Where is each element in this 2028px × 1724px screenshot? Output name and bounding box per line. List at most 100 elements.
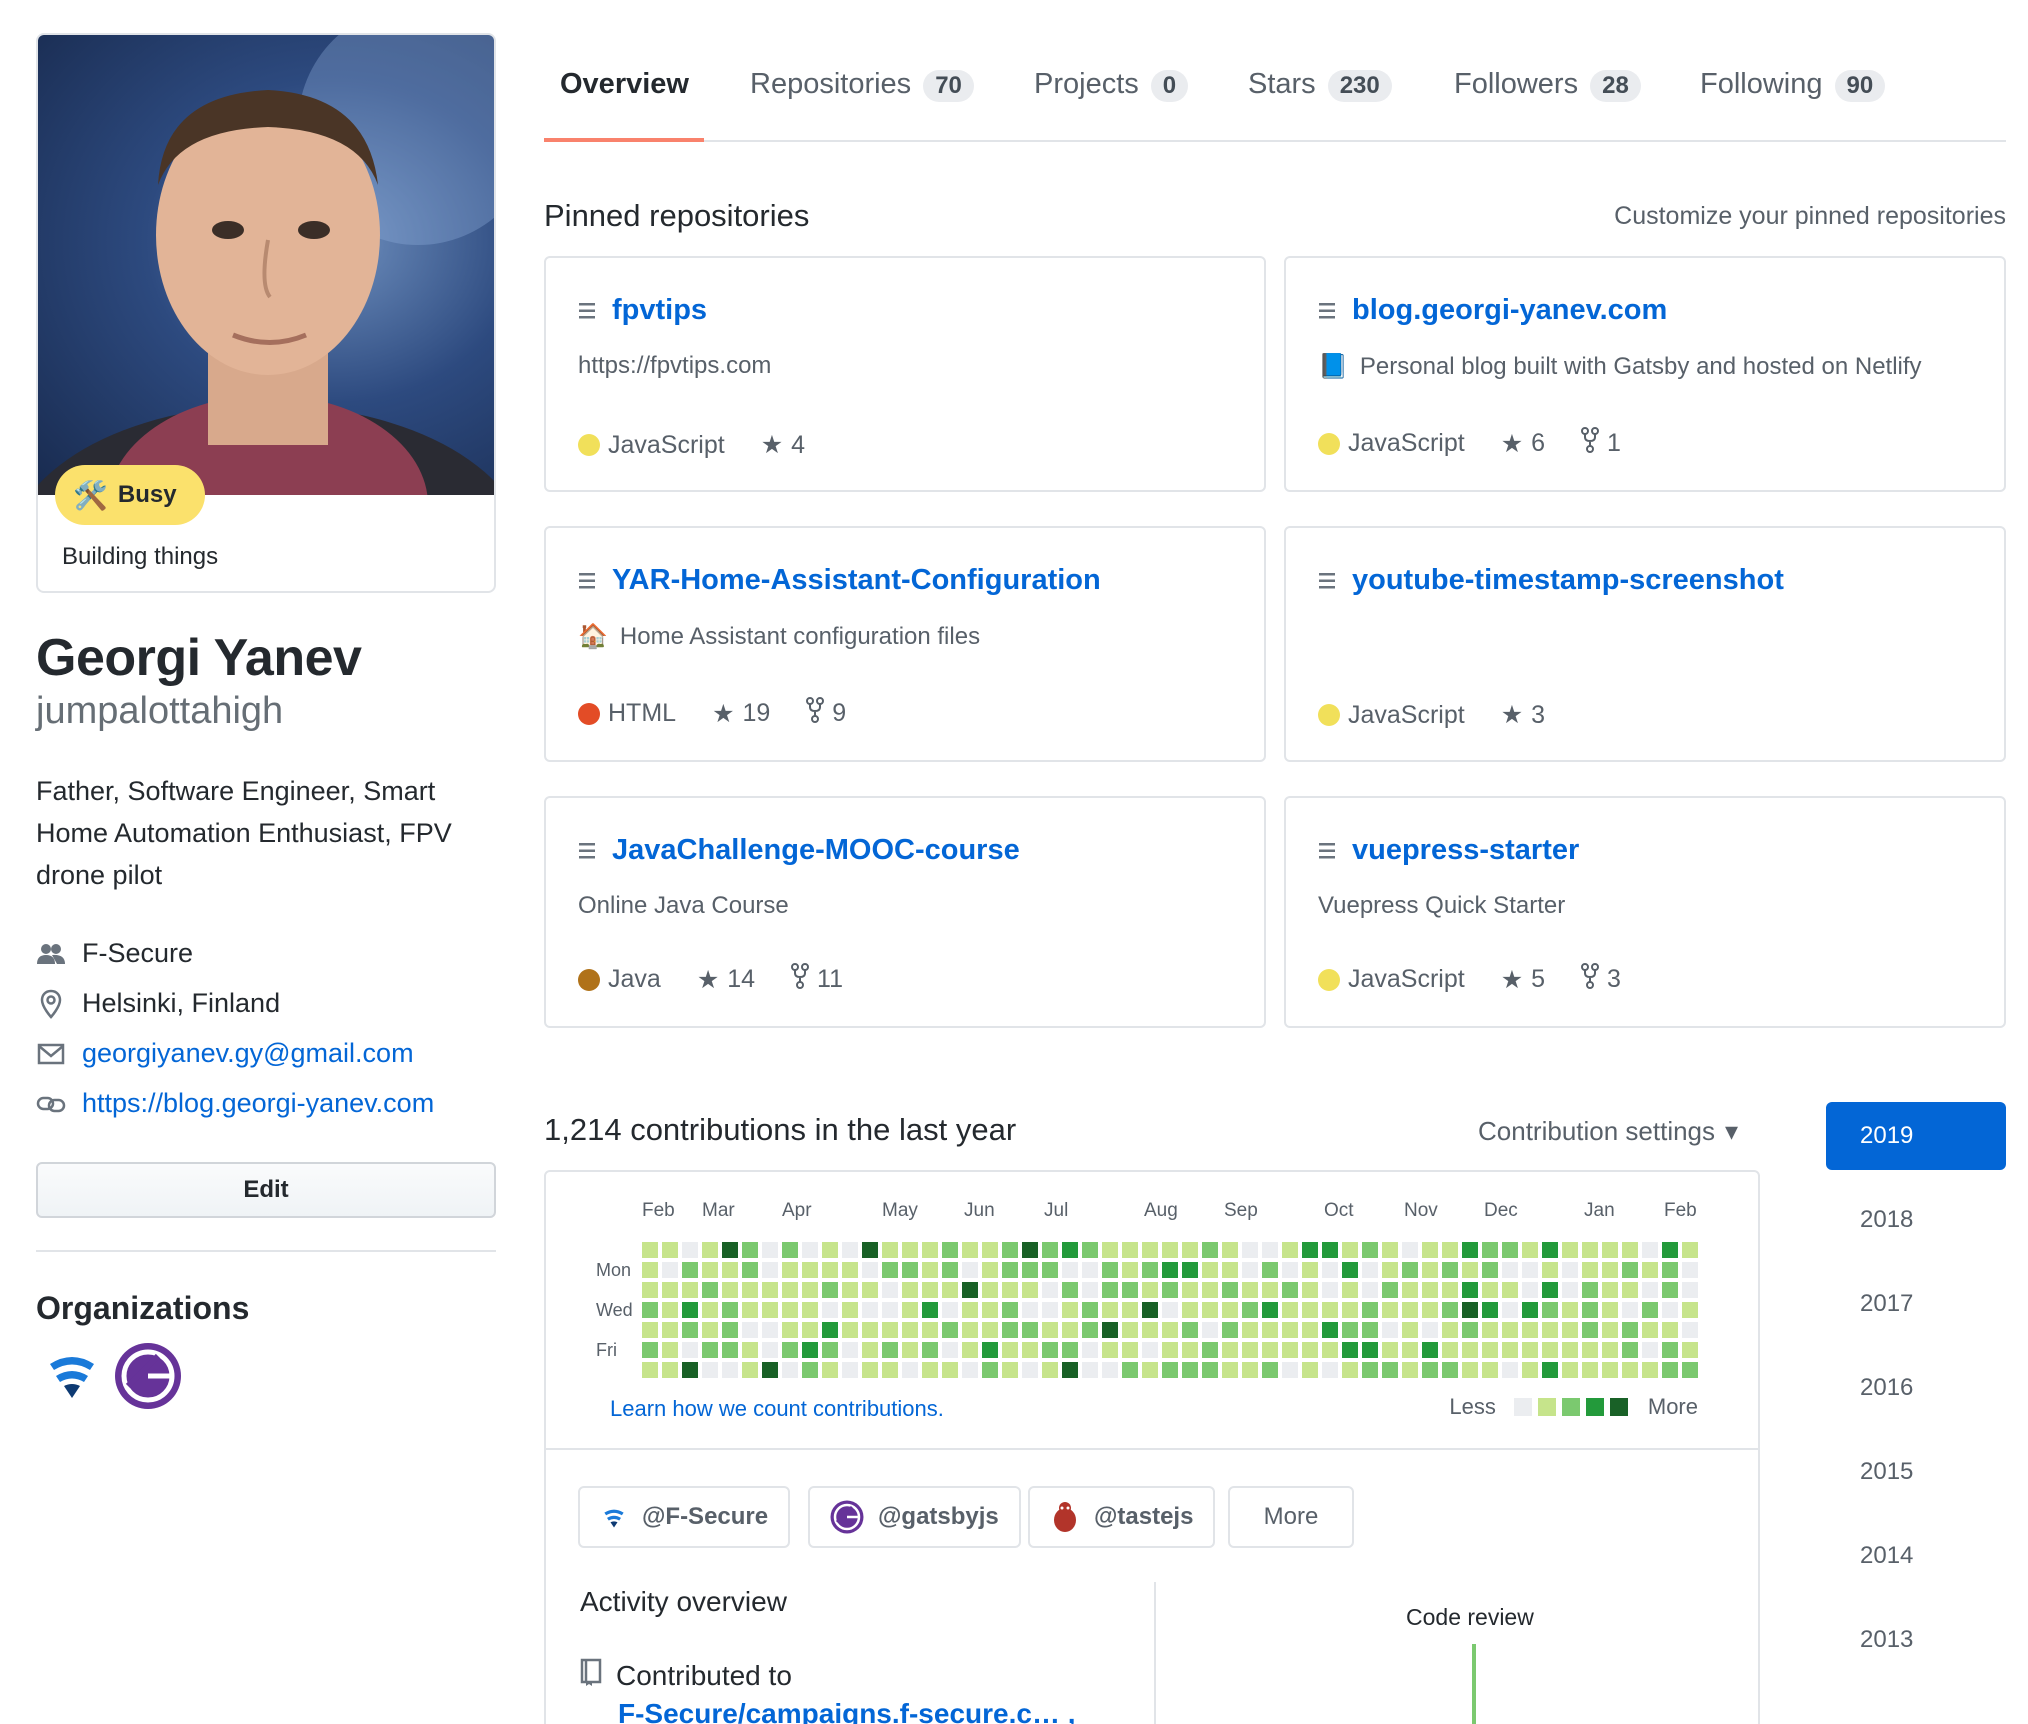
contribution-day[interactable]	[1142, 1262, 1158, 1278]
contribution-day[interactable]	[742, 1342, 758, 1358]
contribution-day[interactable]	[1482, 1282, 1498, 1298]
contribution-day[interactable]	[722, 1322, 738, 1338]
year-link-2019[interactable]: 2019	[1826, 1102, 2006, 1170]
contribution-day[interactable]	[1342, 1342, 1358, 1358]
contribution-day[interactable]	[1022, 1242, 1038, 1258]
contribution-day[interactable]	[682, 1342, 698, 1358]
contribution-day[interactable]	[902, 1362, 918, 1378]
contribution-day[interactable]	[1642, 1282, 1658, 1298]
contribution-day[interactable]	[1442, 1322, 1458, 1338]
contribution-day[interactable]	[1162, 1282, 1178, 1298]
contribution-day[interactable]	[1142, 1282, 1158, 1298]
contribution-day[interactable]	[742, 1282, 758, 1298]
contribution-day[interactable]	[1622, 1342, 1638, 1358]
contribution-day[interactable]	[1082, 1362, 1098, 1378]
contribution-day[interactable]	[782, 1322, 798, 1338]
contribution-day[interactable]	[1142, 1362, 1158, 1378]
contribution-day[interactable]	[922, 1362, 938, 1378]
contribution-day[interactable]	[1282, 1282, 1298, 1298]
contribution-day[interactable]	[842, 1342, 858, 1358]
contribution-day[interactable]	[1482, 1262, 1498, 1278]
contribution-day[interactable]	[662, 1262, 678, 1278]
contribution-day[interactable]	[782, 1362, 798, 1378]
contribution-day[interactable]	[1562, 1282, 1578, 1298]
contribution-day[interactable]	[842, 1322, 858, 1338]
contribution-day[interactable]	[682, 1262, 698, 1278]
contribution-day[interactable]	[1102, 1342, 1118, 1358]
contribution-day[interactable]	[1622, 1262, 1638, 1278]
contribution-day[interactable]	[1362, 1242, 1378, 1258]
contribution-day[interactable]	[802, 1262, 818, 1278]
repo-name-link[interactable]: JavaChallenge-MOOC-course	[612, 834, 1020, 867]
year-link-2017[interactable]: 2017	[1826, 1270, 2006, 1338]
contribution-day[interactable]	[1022, 1362, 1038, 1378]
contribution-day[interactable]	[1582, 1342, 1598, 1358]
contribution-day[interactable]	[962, 1342, 978, 1358]
repo-forks-link[interactable]: 9	[806, 697, 846, 730]
contribution-day[interactable]	[1022, 1262, 1038, 1278]
contribution-day[interactable]	[862, 1242, 878, 1258]
contribution-day[interactable]	[702, 1322, 718, 1338]
contribution-day[interactable]	[1162, 1262, 1178, 1278]
contribution-day[interactable]	[1302, 1242, 1318, 1258]
contribution-day[interactable]	[982, 1262, 998, 1278]
contribution-day[interactable]	[1002, 1342, 1018, 1358]
tab-following[interactable]: Following 90	[1700, 68, 1886, 142]
contribution-day[interactable]	[1662, 1342, 1678, 1358]
contribution-day[interactable]	[962, 1362, 978, 1378]
contribution-day[interactable]	[1442, 1242, 1458, 1258]
contribution-day[interactable]	[1602, 1242, 1618, 1258]
contribution-day[interactable]	[1102, 1262, 1118, 1278]
org-filter-tastejs[interactable]: @tastejs	[1028, 1486, 1216, 1548]
contribution-day[interactable]	[1042, 1262, 1058, 1278]
year-link-2014[interactable]: 2014	[1826, 1522, 2006, 1590]
contribution-day[interactable]	[702, 1242, 718, 1258]
contribution-day[interactable]	[1162, 1342, 1178, 1358]
contribution-day[interactable]	[1382, 1362, 1398, 1378]
repo-stars-link[interactable]: ★ 3	[1501, 700, 1545, 730]
contribution-day[interactable]	[1682, 1282, 1698, 1298]
contribution-day[interactable]	[1222, 1282, 1238, 1298]
contribution-day[interactable]	[1522, 1322, 1538, 1338]
contribution-day[interactable]	[1082, 1282, 1098, 1298]
contribution-day[interactable]	[882, 1342, 898, 1358]
contribution-day[interactable]	[1582, 1282, 1598, 1298]
contribution-day[interactable]	[1262, 1282, 1278, 1298]
contribution-day[interactable]	[1282, 1262, 1298, 1278]
contribution-day[interactable]	[1302, 1262, 1318, 1278]
contribution-day[interactable]	[1282, 1342, 1298, 1358]
contribution-day[interactable]	[942, 1282, 958, 1298]
contribution-day[interactable]	[742, 1302, 758, 1318]
contribution-day[interactable]	[1682, 1362, 1698, 1378]
contribution-day[interactable]	[1422, 1242, 1438, 1258]
contribution-day[interactable]	[1462, 1322, 1478, 1338]
contribution-day[interactable]	[1582, 1242, 1598, 1258]
contribution-day[interactable]	[1202, 1322, 1218, 1338]
contribution-day[interactable]	[1182, 1282, 1198, 1298]
repo-name-link[interactable]: blog.georgi-yanev.com	[1352, 294, 1667, 327]
contribution-settings-dropdown[interactable]: Contribution settings ▾	[1478, 1116, 1738, 1147]
contribution-day[interactable]	[1242, 1262, 1258, 1278]
contribution-day[interactable]	[822, 1302, 838, 1318]
contribution-day[interactable]	[982, 1342, 998, 1358]
contribution-day[interactable]	[1182, 1302, 1198, 1318]
contribution-day[interactable]	[1002, 1282, 1018, 1298]
contribution-day[interactable]	[1122, 1342, 1138, 1358]
contribution-day[interactable]	[1082, 1322, 1098, 1338]
contribution-day[interactable]	[802, 1302, 818, 1318]
contribution-day[interactable]	[1122, 1262, 1138, 1278]
contribution-day[interactable]	[962, 1242, 978, 1258]
edit-profile-button[interactable]: Edit	[36, 1162, 496, 1218]
contribution-day[interactable]	[1302, 1342, 1318, 1358]
contribution-day[interactable]	[1382, 1282, 1398, 1298]
contribution-day[interactable]	[1602, 1282, 1618, 1298]
contribution-day[interactable]	[682, 1242, 698, 1258]
contribution-day[interactable]	[662, 1282, 678, 1298]
contribution-day[interactable]	[862, 1282, 878, 1298]
contribution-day[interactable]	[1102, 1362, 1118, 1378]
contribution-day[interactable]	[1082, 1342, 1098, 1358]
contribution-day[interactable]	[1462, 1262, 1478, 1278]
contribution-day[interactable]	[1482, 1322, 1498, 1338]
tab-followers[interactable]: Followers 28	[1454, 68, 1641, 142]
contribution-day[interactable]	[702, 1342, 718, 1358]
